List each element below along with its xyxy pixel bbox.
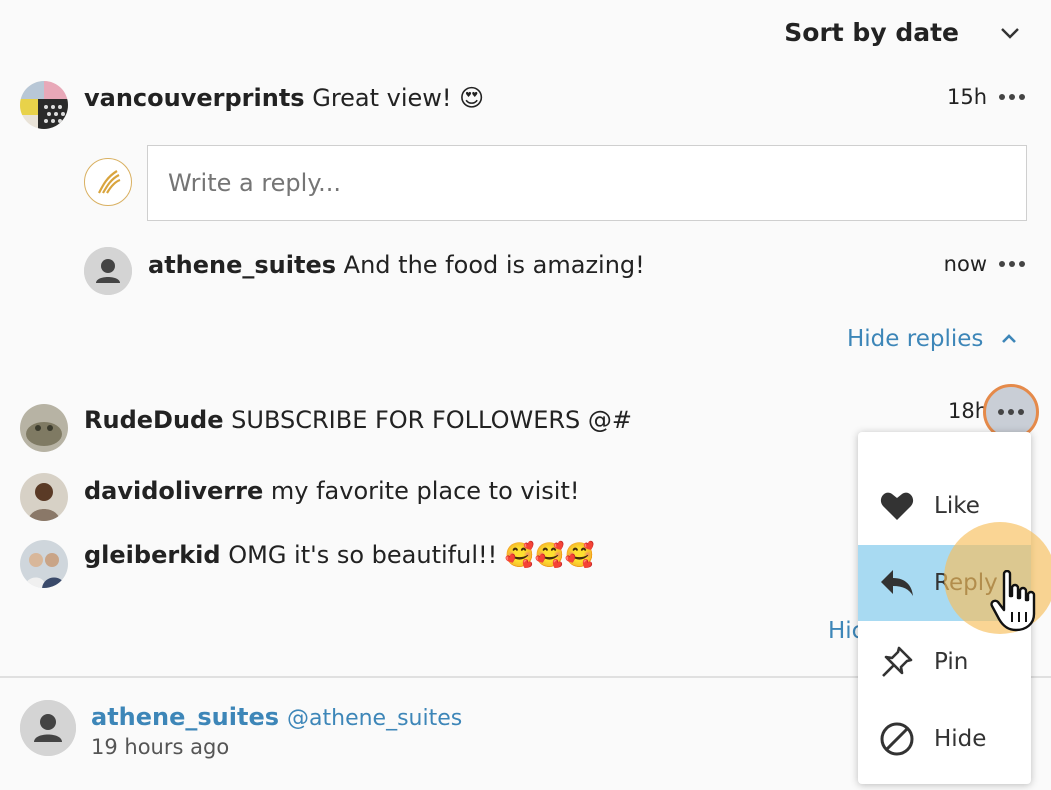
comment-time: 15h <box>946 85 987 109</box>
reply-input[interactable] <box>147 145 1027 221</box>
hide-replies-link[interactable]: Hide replies <box>847 326 1017 352</box>
hide-replies-label: Hide replies <box>847 326 984 352</box>
chevron-down-icon <box>1001 27 1019 39</box>
hand-cursor-icon <box>990 570 1036 632</box>
chevron-up-icon <box>1002 334 1017 343</box>
comment-body: my favorite place to visit! <box>270 477 580 505</box>
user-icon <box>84 247 132 295</box>
comment-author[interactable]: RudeDude <box>84 406 224 434</box>
reply-time: now <box>943 252 987 276</box>
avatar-vancouverprints[interactable] <box>20 81 68 129</box>
reply-meta: now <box>944 252 1025 276</box>
reply-author[interactable]: athene_suites <box>148 251 336 279</box>
reply-text: athene_suites And the food is amazing! <box>148 251 645 279</box>
avatar-athene-suites[interactable] <box>84 247 132 295</box>
pin-icon <box>878 643 916 681</box>
menu-item-label: Like <box>934 493 980 519</box>
comment-author[interactable]: gleiberkid <box>84 541 221 569</box>
comment-text: RudeDude SUBSCRIBE FOR FOLLOWERS @# <box>84 406 632 434</box>
author-time: 19 hours ago <box>91 735 230 759</box>
avatar-davidoliverre[interactable] <box>20 473 68 521</box>
menu-item-label: Pin <box>934 649 969 675</box>
sort-label: Sort by date <box>784 18 959 47</box>
menu-item-hide[interactable]: Hide <box>858 701 1031 777</box>
more-options-icon[interactable] <box>999 261 1025 267</box>
comment-body: OMG it's so beautiful!! 🥰🥰🥰 <box>228 541 595 569</box>
author-info: athene_suites @athene_suites 19 hours ag… <box>91 703 462 759</box>
reply-body: And the food is amazing! <box>343 251 645 279</box>
comment-body: SUBSCRIBE FOR FOLLOWERS @# <box>231 406 633 434</box>
avatar-author[interactable] <box>20 700 76 756</box>
comment-text: gleiberkid OMG it's so beautiful!! 🥰🥰🥰 <box>84 541 595 569</box>
comment-author[interactable]: davidoliverre <box>84 477 263 505</box>
comment-body: Great view! 😍 <box>312 84 485 112</box>
author-name[interactable]: athene_suites <box>91 703 279 731</box>
more-options-icon[interactable] <box>999 94 1025 100</box>
comment-text: vancouverprints Great view! 😍 <box>84 84 484 112</box>
current-user-avatar <box>84 158 132 206</box>
menu-item-label: Hide <box>934 726 987 752</box>
comment-meta: 15h <box>947 85 1025 109</box>
comment-text: davidoliverre my favorite place to visit… <box>84 477 579 505</box>
avatar-gleiberkid[interactable] <box>20 540 68 588</box>
author-handle[interactable]: @athene_suites <box>287 706 462 731</box>
user-icon <box>20 700 76 756</box>
sort-dropdown[interactable]: Sort by date <box>784 18 1021 47</box>
comment-author[interactable]: vancouverprints <box>84 84 305 112</box>
menu-item-pin[interactable]: Pin <box>858 624 1031 700</box>
heart-icon <box>878 487 916 525</box>
block-icon <box>878 720 916 758</box>
avatar-rudedude[interactable] <box>20 404 68 452</box>
reply-arrow-icon <box>878 564 916 602</box>
brand-logo-icon <box>98 170 121 194</box>
more-options-icon <box>998 409 1024 415</box>
